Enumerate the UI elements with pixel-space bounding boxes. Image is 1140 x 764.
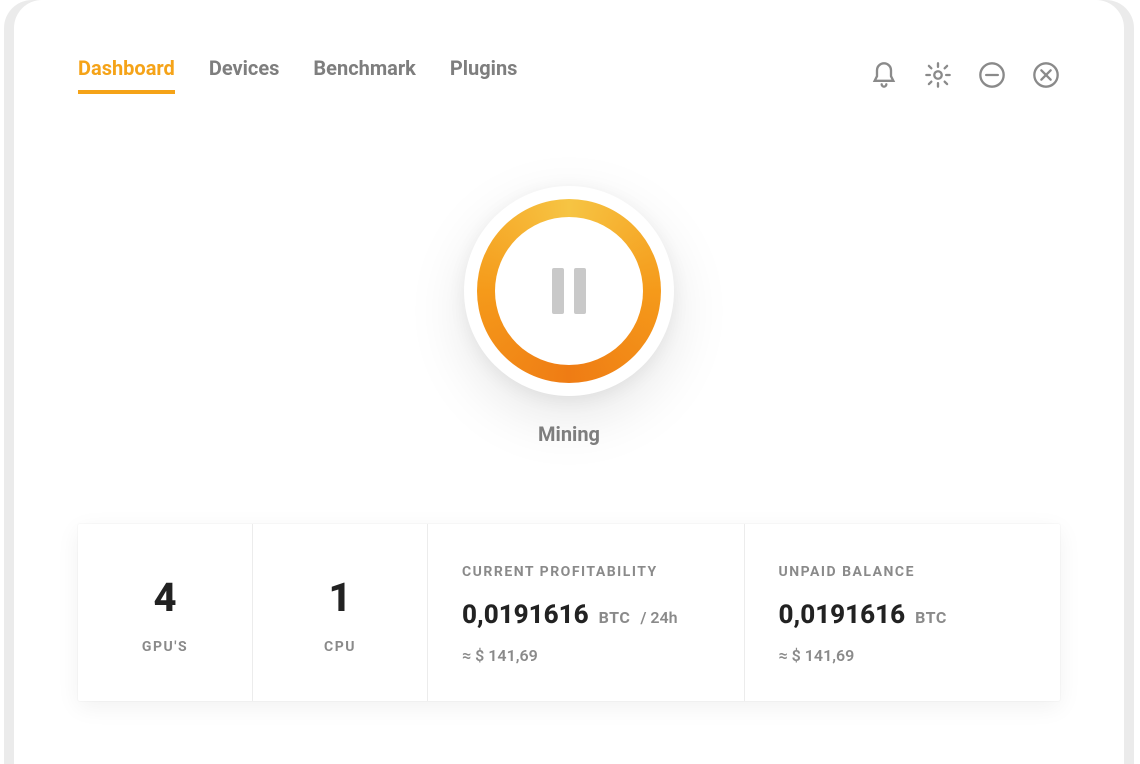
tab-plugins[interactable]: Plugins xyxy=(450,56,518,94)
close-icon xyxy=(1032,61,1060,89)
profitability-unit: BTC xyxy=(599,608,631,627)
profitability-card: CURRENT PROFITABILITY 0,0191616 BTC / 24… xyxy=(428,524,745,701)
balance-headline: UNPAID BALANCE xyxy=(779,564,1027,580)
gear-icon xyxy=(924,61,952,89)
minimize-icon xyxy=(978,61,1006,89)
tab-benchmark[interactable]: Benchmark xyxy=(313,56,415,94)
tab-devices[interactable]: Devices xyxy=(209,56,280,94)
mining-toggle-button[interactable] xyxy=(464,186,674,396)
close-button[interactable] xyxy=(1032,61,1060,89)
gpu-label: GPU'S xyxy=(142,639,188,655)
balance-card: UNPAID BALANCE 0,0191616 BTC ≈ $ 141,69 xyxy=(745,524,1061,701)
tab-dashboard[interactable]: Dashboard xyxy=(78,56,175,94)
balance-unit: BTC xyxy=(915,608,947,627)
mining-ring-inner xyxy=(495,217,643,365)
bell-icon xyxy=(870,61,898,89)
app-window: Dashboard Devices Benchmark Plugins xyxy=(14,0,1124,764)
gpu-card: 4 GPU'S xyxy=(78,524,253,701)
balance-value: 0,0191616 xyxy=(779,600,906,630)
profitability-per: / 24h xyxy=(640,608,677,627)
pause-icon xyxy=(552,268,586,314)
cpu-count: 1 xyxy=(328,574,351,621)
mining-status-label: Mining xyxy=(538,422,600,446)
cpu-label: CPU xyxy=(324,639,356,655)
gpu-count: 4 xyxy=(153,574,176,621)
profitability-value: 0,0191616 xyxy=(462,600,589,630)
profitability-value-row: 0,0191616 BTC / 24h xyxy=(462,600,710,630)
balance-approx: ≈ $ 141,69 xyxy=(779,646,1027,665)
minimize-button[interactable] xyxy=(978,61,1006,89)
tabs: Dashboard Devices Benchmark Plugins xyxy=(78,56,517,94)
stats-row: 4 GPU'S 1 CPU CURRENT PROFITABILITY 0,01… xyxy=(78,524,1060,701)
window-controls xyxy=(870,61,1060,89)
balance-value-row: 0,0191616 BTC xyxy=(779,600,1027,630)
profitability-approx: ≈ $ 141,69 xyxy=(462,646,710,665)
mining-ring xyxy=(477,199,661,383)
settings-button[interactable] xyxy=(924,61,952,89)
profitability-headline: CURRENT PROFITABILITY xyxy=(462,564,710,580)
nav-row: Dashboard Devices Benchmark Plugins xyxy=(78,56,1060,94)
cpu-card: 1 CPU xyxy=(253,524,428,701)
mining-control: Mining xyxy=(78,186,1060,446)
notifications-button[interactable] xyxy=(870,61,898,89)
